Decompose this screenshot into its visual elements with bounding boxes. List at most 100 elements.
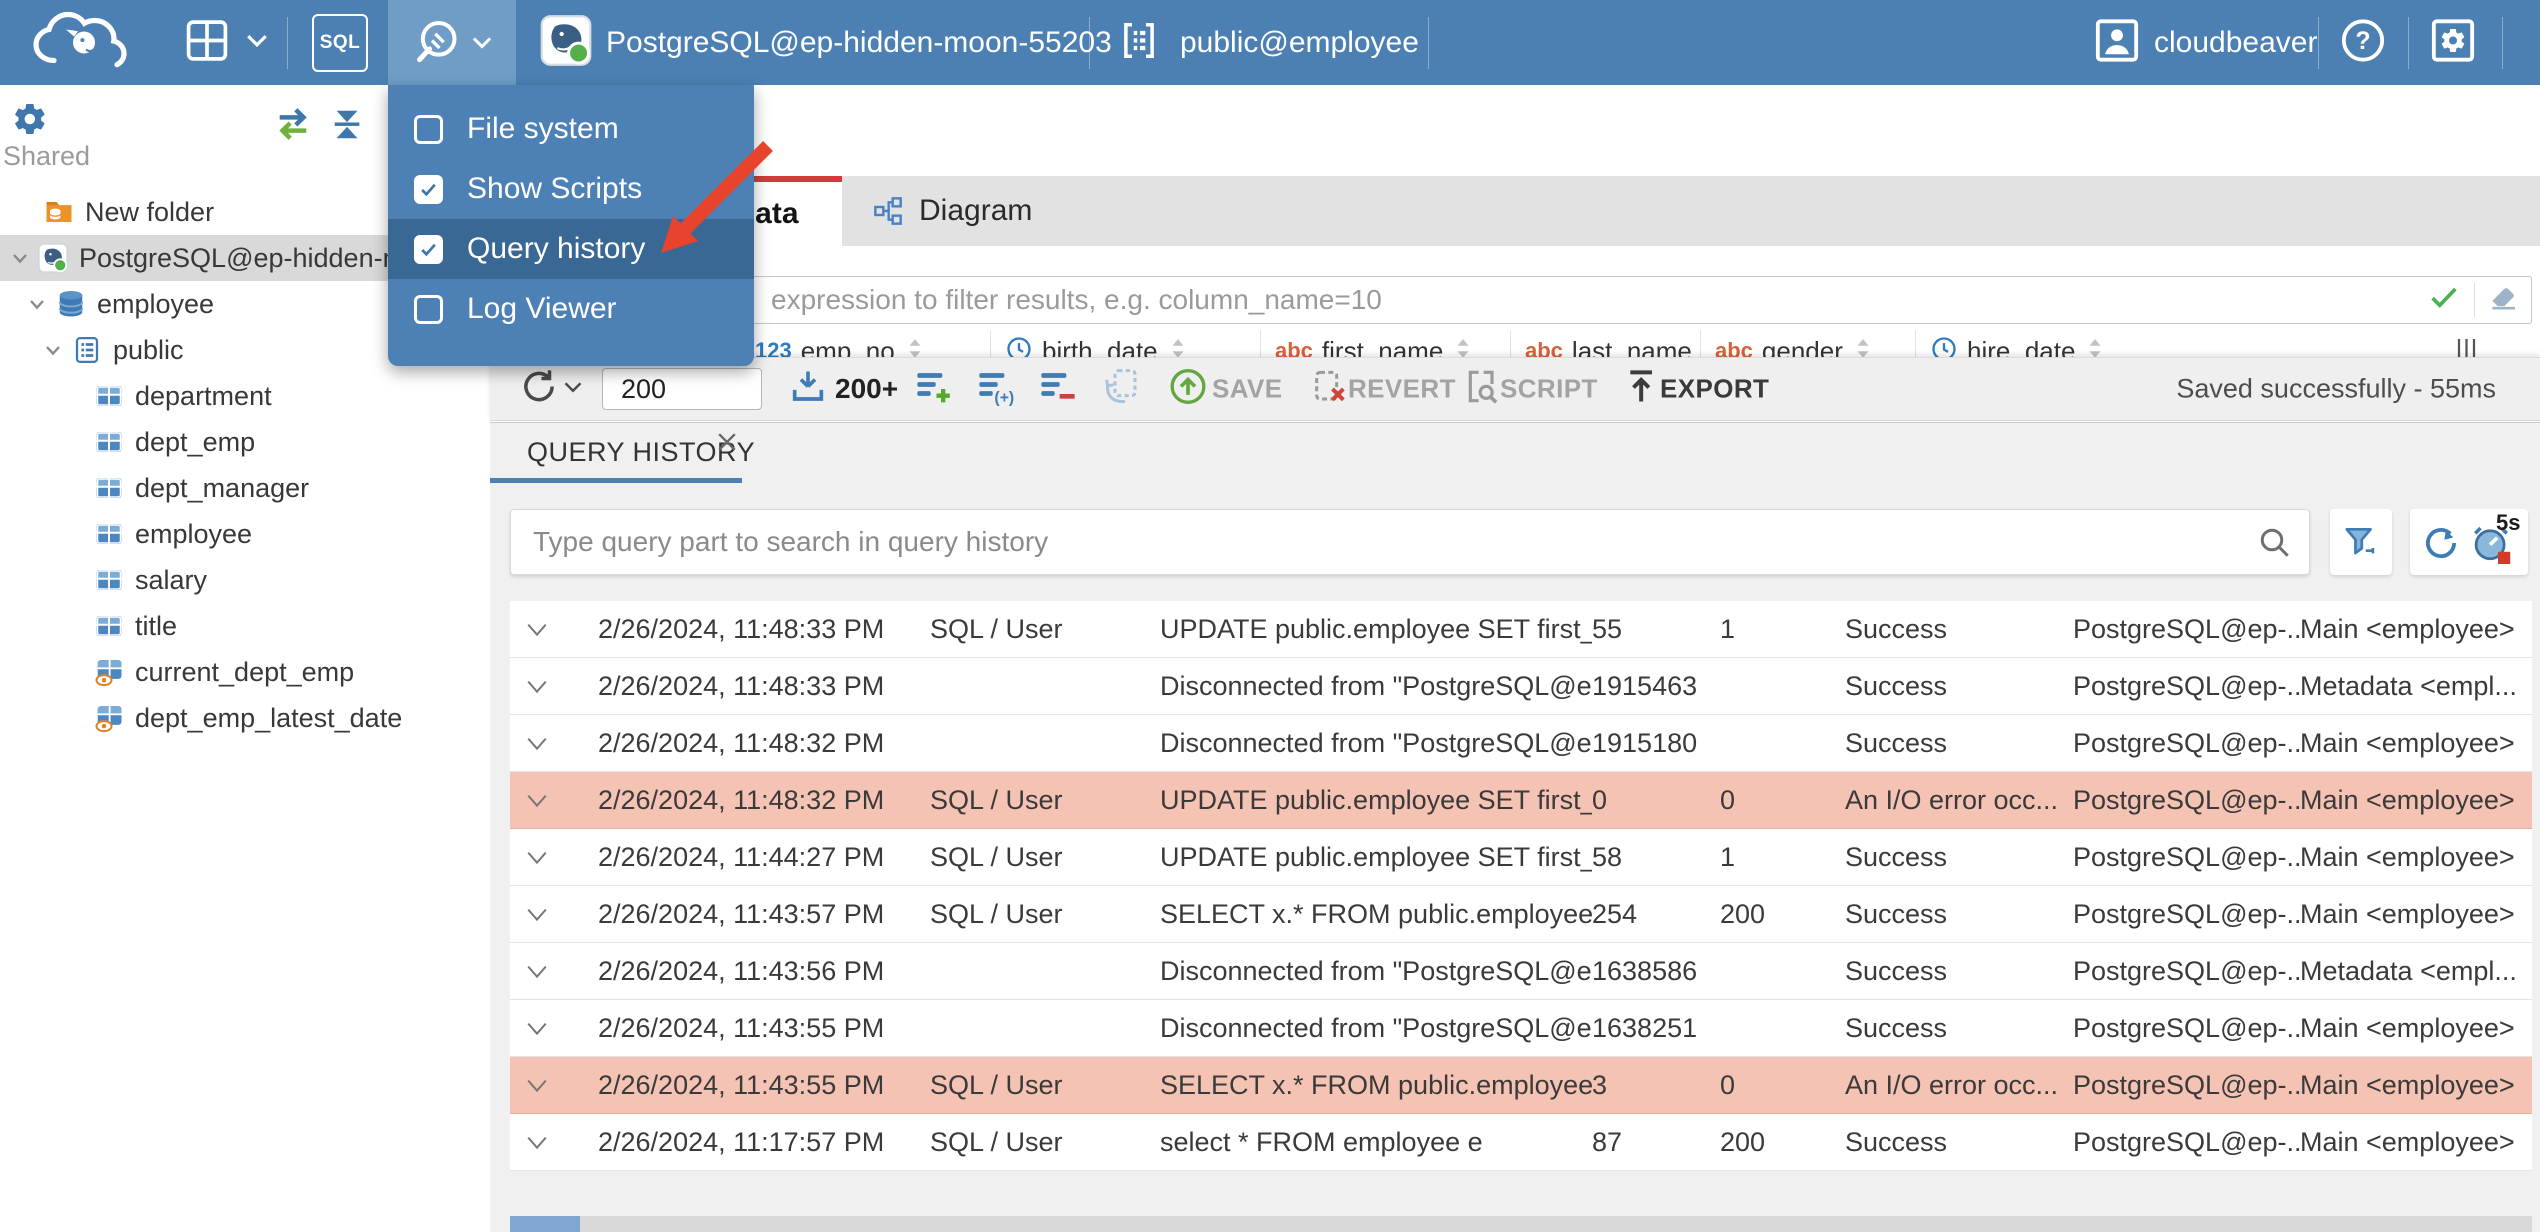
expand-chevron-icon[interactable]: [522, 842, 598, 872]
table-row[interactable]: 2/26/2024, 11:48:33 PM Disconnected from …: [510, 658, 2532, 715]
sort-icon[interactable]: [904, 334, 926, 357]
connection-selector[interactable]: PostgreSQL@ep-hidden-moon-55203: [606, 26, 1112, 60]
checkbox-unchecked-icon[interactable]: [414, 294, 443, 324]
row-limit-input[interactable]: [602, 368, 762, 410]
grid-column-emp-no[interactable]: 123 emp_no: [740, 330, 990, 357]
checkbox-checked-icon[interactable]: [414, 234, 443, 264]
export-icon[interactable]: [1622, 367, 1662, 412]
new-object-button[interactable]: [184, 17, 230, 68]
refresh-history-icon[interactable]: [2420, 522, 2462, 569]
save-icon[interactable]: [1168, 367, 1208, 412]
grid-column-gender[interactable]: abc gender: [1700, 330, 1915, 357]
settings-gear-icon[interactable]: [2430, 17, 2476, 68]
table-cell: 2/26/2024, 11:17:57 PM: [598, 1126, 885, 1157]
delete-row-icon[interactable]: [1038, 367, 1078, 412]
expand-chevron-icon[interactable]: [522, 1013, 598, 1043]
script-icon[interactable]: [1462, 367, 1502, 412]
tree-item-title[interactable]: title: [0, 603, 490, 649]
grid-column-first-name[interactable]: abc first_name: [1260, 330, 1510, 357]
postgres-connection-icon[interactable]: [540, 14, 592, 71]
table-row[interactable]: 2/26/2024, 11:43:55 PM SQL / User SELECT x…: [510, 1057, 2532, 1114]
table-cell: 87: [1592, 1126, 1623, 1157]
chevron-down-icon[interactable]: [24, 292, 50, 316]
user-avatar-icon[interactable]: [2094, 17, 2140, 68]
tree-item-current-dept-emp[interactable]: current_dept_emp: [0, 649, 490, 695]
export-button[interactable]: EXPORT: [1660, 374, 1769, 405]
checkbox-checked-icon[interactable]: [414, 174, 443, 204]
grid-column-birth-date[interactable]: birth_date: [990, 330, 1260, 357]
sync-connection-icon[interactable]: [274, 105, 312, 148]
close-icon[interactable]: [714, 429, 740, 460]
table-row[interactable]: 2/26/2024, 11:43:56 PM Disconnected from …: [510, 943, 2532, 1000]
save-button[interactable]: SAVE: [1212, 374, 1282, 405]
table-row[interactable]: 2/26/2024, 11:48:32 PM SQL / User UPDATE p…: [510, 772, 2532, 829]
chevron-down-icon[interactable]: [564, 380, 582, 398]
expand-chevron-icon[interactable]: [522, 1127, 598, 1157]
clear-filter-eraser-icon[interactable]: [2487, 282, 2519, 319]
table-row[interactable]: 2/26/2024, 11:48:33 PM SQL / User UPDATE p…: [510, 601, 2532, 658]
grid-column-hire-date[interactable]: hire_date: [1915, 330, 2130, 357]
tree-item-dept-emp[interactable]: dept_emp: [0, 419, 490, 465]
collapse-all-icon[interactable]: [328, 105, 366, 148]
script-button[interactable]: SCRIPT: [1500, 374, 1598, 405]
result-filter-bar[interactable]: expression to filter results, e.g. colum…: [498, 276, 2532, 324]
revert-icon[interactable]: [1310, 367, 1350, 412]
expand-chevron-icon[interactable]: [522, 899, 598, 929]
tree-item-dept-emp-latest-date[interactable]: dept_emp_latest_date: [0, 695, 490, 741]
schema-selector[interactable]: public@employee: [1180, 26, 1419, 60]
help-icon[interactable]: ?: [2340, 17, 2386, 68]
apply-filter-check-icon[interactable]: [2427, 281, 2461, 320]
menu-item-show-scripts[interactable]: Show Scripts: [388, 159, 754, 219]
expand-chevron-icon[interactable]: [522, 614, 598, 644]
checkbox-unchecked-icon[interactable]: [414, 114, 443, 144]
duplicate-row-icon[interactable]: (+): [976, 367, 1016, 412]
chevron-down-icon[interactable]: [40, 338, 66, 362]
chevron-down-icon[interactable]: [246, 33, 268, 52]
search-input[interactable]: [511, 510, 2309, 574]
grid-column-last-name[interactable]: abc last_name: [1510, 330, 1700, 357]
schema-icon[interactable]: [1118, 19, 1160, 66]
sidebar-settings-gear-icon[interactable]: [12, 101, 48, 142]
tree-item-dept-manager[interactable]: dept_manager: [0, 465, 490, 511]
tab-diagram[interactable]: Diagram: [842, 176, 1062, 246]
sort-icon[interactable]: [1167, 334, 1189, 357]
query-history-search[interactable]: [510, 509, 2310, 575]
sort-icon[interactable]: [2084, 334, 2106, 357]
menu-item-file-system[interactable]: File system: [388, 99, 754, 159]
menu-item-query-history[interactable]: Query history: [388, 219, 754, 279]
tree-item-department[interactable]: department: [0, 373, 490, 419]
revert-button[interactable]: REVERT: [1348, 374, 1456, 405]
tree-item-employee[interactable]: employee: [0, 511, 490, 557]
table-row[interactable]: 2/26/2024, 11:43:57 PM SQL / User SELECT x…: [510, 886, 2532, 943]
expand-chevron-icon[interactable]: [522, 785, 598, 815]
table-row[interactable]: 2/26/2024, 11:17:57 PM SQL / User select *…: [510, 1114, 2532, 1171]
copy-result-icon[interactable]: [1100, 367, 1140, 412]
table-cell: Success: [1845, 898, 1948, 929]
view-icon: [94, 703, 124, 733]
table-row[interactable]: 2/26/2024, 11:44:27 PM SQL / User UPDATE p…: [510, 829, 2532, 886]
refresh-icon[interactable]: [518, 366, 560, 413]
expand-chevron-icon[interactable]: [522, 1070, 598, 1100]
expand-chevron-icon[interactable]: [522, 671, 598, 701]
expand-chevron-icon[interactable]: [522, 728, 598, 758]
table-row[interactable]: 2/26/2024, 11:48:32 PM Disconnected from …: [510, 715, 2532, 772]
chevron-down-icon[interactable]: [8, 246, 32, 270]
fetch-page-icon[interactable]: [788, 367, 828, 412]
tree-item-salary[interactable]: salary: [0, 557, 490, 603]
tools-menu-button[interactable]: [388, 0, 516, 85]
fetch-page-size-button[interactable]: 200+: [835, 373, 898, 405]
grid-panel-toggle-icon[interactable]: [2454, 334, 2484, 357]
sql-editor-button[interactable]: SQL: [312, 13, 368, 72]
menu-item-log-viewer[interactable]: Log Viewer: [388, 279, 754, 339]
sort-icon[interactable]: [1452, 334, 1474, 357]
table-row[interactable]: 2/26/2024, 11:43:55 PM Disconnected from …: [510, 1000, 2532, 1057]
expand-chevron-icon[interactable]: [522, 956, 598, 986]
add-row-icon[interactable]: [914, 367, 954, 412]
user-menu[interactable]: cloudbeaver: [2154, 26, 2317, 60]
sidebar-section-label: Shared: [3, 141, 91, 171]
horizontal-scrollbar[interactable]: [510, 1216, 2532, 1232]
sort-icon[interactable]: [1852, 334, 1874, 357]
scrollbar-thumb[interactable]: [510, 1216, 580, 1232]
history-filter-button[interactable]: [2330, 509, 2392, 575]
cloudbeaver-logo[interactable]: [28, 8, 132, 77]
